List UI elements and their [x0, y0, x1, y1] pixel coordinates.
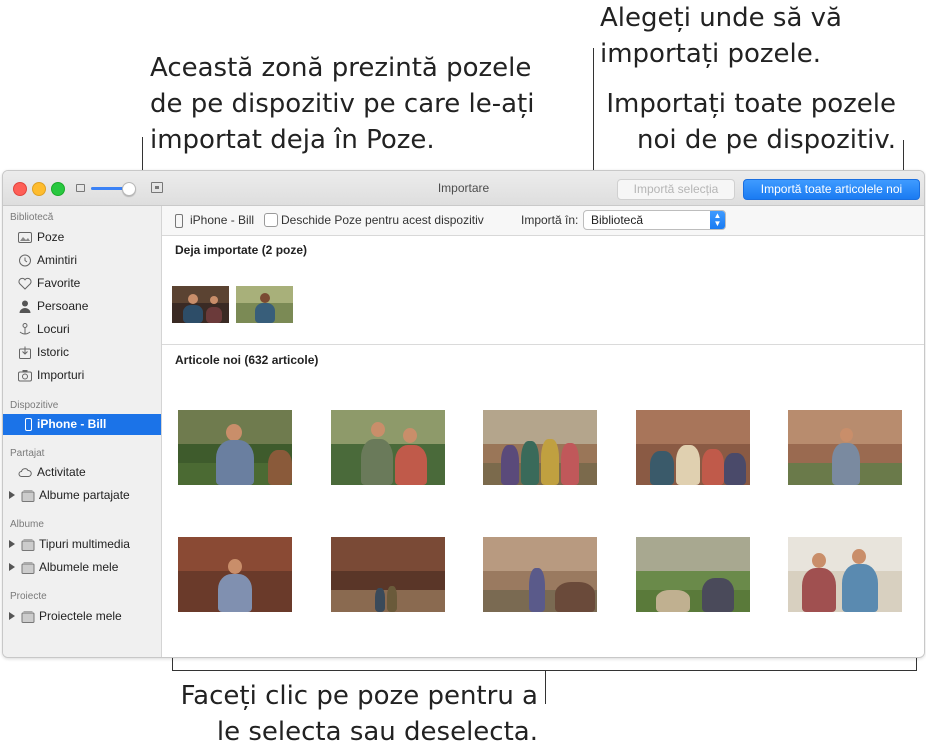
import-selection-button[interactable]: Importă selecția	[617, 179, 735, 200]
sidebar-item-label: Persoane	[37, 299, 89, 313]
new-photo[interactable]	[636, 410, 750, 485]
folder-icon	[21, 539, 35, 551]
import-toolbar: iPhone - Bill Deschide Poze pentru acest…	[162, 206, 924, 236]
photos-icon	[18, 232, 32, 243]
callout-line: importat deja în Poze.	[150, 125, 435, 155]
callout-line: Alegeți unde să vă	[600, 3, 842, 33]
import-destination-value: Bibliotecă	[591, 213, 644, 227]
title-bar: Importare Importă selecția Importă toate…	[3, 171, 924, 206]
sidebar-item-memories[interactable]: Amintiri	[3, 250, 161, 271]
sidebar-item-label: Albumele mele	[39, 560, 119, 574]
folder-icon	[21, 562, 35, 574]
new-photo[interactable]	[178, 410, 292, 485]
sidebar-section-projects: Proiecte	[10, 591, 47, 602]
sidebar-item-label: Locuri	[37, 322, 70, 336]
sidebar-item-my-projects[interactable]: Proiectele mele	[3, 606, 161, 627]
sidebar-item-label: Activitate	[37, 465, 86, 479]
import-content: Deja importate (2 poze) Articole noi (63…	[162, 236, 924, 657]
sidebar-item-photos[interactable]: Poze	[3, 227, 161, 248]
sidebar-item-shared-albums[interactable]: Albume partajate	[3, 485, 161, 506]
sidebar-item-history[interactable]: Istoric	[3, 342, 161, 363]
disclosure-triangle-icon[interactable]	[9, 491, 15, 499]
shared-albums-icon	[21, 490, 35, 502]
pin-icon	[19, 323, 31, 335]
leader-bracket-bottom-left	[172, 658, 173, 671]
new-photo[interactable]	[331, 537, 445, 612]
sidebar-item-label: Tipuri multimedia	[39, 537, 130, 551]
heart-icon	[18, 277, 32, 290]
new-photo[interactable]	[483, 537, 597, 612]
sidebar-section-shared: Partajat	[10, 448, 45, 459]
sidebar-item-label: Istoric	[37, 345, 70, 359]
sidebar-item-favorites[interactable]: Favorite	[3, 273, 161, 294]
sidebar-item-media-types[interactable]: Tipuri multimedia	[3, 534, 161, 555]
sidebar-item-label: Poze	[37, 230, 65, 244]
callout-import-destination: Alegeți unde să vă importați pozele.	[600, 0, 842, 72]
sidebar-item-iphone-bill[interactable]: iPhone - Bill	[3, 414, 161, 435]
sidebar-item-places[interactable]: Locuri	[3, 319, 161, 340]
camera-icon	[18, 370, 32, 382]
imported-photo[interactable]	[236, 286, 293, 323]
sidebar-section-albums: Albume	[10, 519, 44, 530]
leader-line-bottom	[545, 670, 546, 704]
sidebar-item-label: Proiectele mele	[39, 609, 122, 623]
disclosure-triangle-icon[interactable]	[9, 540, 15, 548]
device-name: iPhone - Bill	[190, 213, 255, 227]
callout-line: Importați toate pozele	[606, 89, 896, 119]
new-photo[interactable]	[636, 537, 750, 612]
already-imported-title: Deja importate (2 poze)	[175, 243, 308, 257]
section-divider	[162, 344, 924, 345]
new-photo[interactable]	[788, 410, 902, 485]
callout-line: noi de pe dispozitiv.	[636, 125, 896, 155]
iphone-icon	[175, 214, 183, 228]
memories-icon	[19, 254, 31, 267]
sidebar-item-label: Albume partajate	[39, 488, 130, 502]
callout-line: de pe dispozitiv pe care le-ați	[150, 89, 535, 119]
new-photo[interactable]	[788, 537, 902, 612]
import-window: Importare Importă selecția Importă toate…	[2, 170, 925, 658]
open-photos-checkbox[interactable]	[264, 213, 278, 227]
new-photo[interactable]	[331, 410, 445, 485]
new-photo[interactable]	[483, 410, 597, 485]
callout-select-photos: Faceți clic pe poze pentru a le selecta …	[181, 678, 538, 750]
leader-bracket-bottom-right	[916, 658, 917, 671]
import-all-new-button[interactable]: Importă toate articolele noi	[743, 179, 920, 200]
callout-line: le selecta sau deselecta.	[216, 717, 538, 747]
callout-already-imported: Această zonă prezintă pozele de pe dispo…	[150, 50, 534, 158]
sidebar-section-library: Bibliotecă	[10, 212, 54, 223]
sidebar-item-label: iPhone - Bill	[37, 417, 107, 431]
imported-photo[interactable]	[172, 286, 229, 323]
disclosure-triangle-icon[interactable]	[9, 612, 15, 620]
sidebar-item-activity[interactable]: Activitate	[3, 462, 161, 483]
sidebar-item-people[interactable]: Persoane	[3, 296, 161, 317]
sidebar-item-my-albums[interactable]: Albumele mele	[3, 557, 161, 578]
sidebar-item-imports[interactable]: Importuri	[3, 365, 161, 386]
callout-line: Această zonă prezintă pozele	[150, 53, 532, 83]
sidebar-section-devices: Dispozitive	[10, 400, 59, 411]
callout-line: importați pozele.	[600, 39, 821, 69]
sidebar-item-label: Amintiri	[37, 253, 78, 267]
sidebar-item-label: Importuri	[37, 368, 85, 382]
open-photos-label[interactable]: Deschide Poze pentru acest dispozitiv	[281, 213, 484, 227]
new-photo[interactable]	[178, 537, 292, 612]
callout-line: Faceți clic pe poze pentru a	[180, 681, 538, 711]
new-items-title: Articole noi (632 articole)	[175, 353, 319, 367]
folder-icon	[21, 611, 35, 623]
iphone-icon	[25, 418, 32, 431]
sidebar-item-label: Favorite	[37, 276, 81, 290]
chevron-updown-icon: ▲ ▼	[710, 211, 725, 229]
history-icon	[19, 346, 31, 359]
sidebar: Bibliotecă Poze Amintiri Favorite Persoa…	[3, 206, 162, 657]
cloud-icon	[18, 468, 32, 477]
callout-import-all: Importați toate pozele noi de pe dispozi…	[606, 86, 896, 158]
import-in-label: Importă în:	[521, 213, 579, 227]
disclosure-triangle-icon[interactable]	[9, 563, 15, 571]
person-icon	[19, 300, 31, 313]
import-destination-select[interactable]: Bibliotecă ▲ ▼	[583, 210, 726, 230]
